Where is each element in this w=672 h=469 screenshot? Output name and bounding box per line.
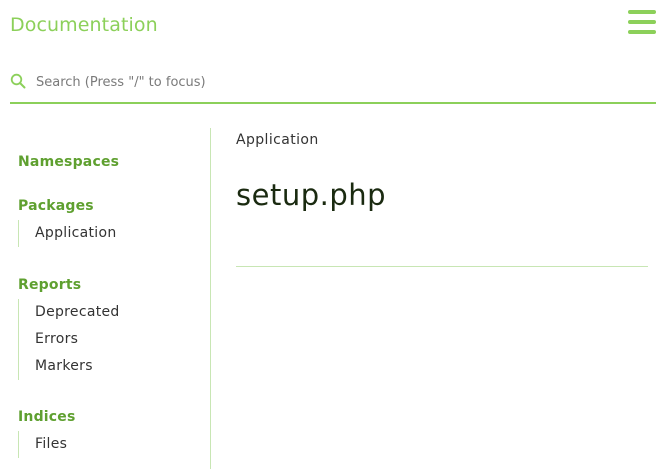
sidebar-item-files[interactable]: Files [19, 431, 76, 458]
sidebar-heading-indices[interactable]: Indices [18, 409, 76, 425]
sidebar-heading-reports[interactable]: Reports [18, 277, 120, 293]
sidebar-section-reports: Reports Deprecated Errors Markers [18, 277, 120, 380]
site-title[interactable]: Documentation [10, 14, 158, 36]
search-input[interactable] [36, 66, 646, 98]
sidebar-list-packages: Application [18, 220, 117, 247]
hamburger-bar [628, 10, 656, 14]
header: Documentation [0, 0, 672, 52]
sidebar: Namespaces Packages Application Reports … [0, 128, 211, 469]
hamburger-bar [628, 20, 656, 24]
sidebar-list-reports: Deprecated Errors Markers [18, 299, 120, 380]
search-bar [10, 66, 656, 104]
sidebar-item-errors[interactable]: Errors [19, 326, 120, 353]
page-title: setup.php [236, 178, 387, 212]
docs-page: Documentation Namespaces Packages Applic… [0, 0, 672, 469]
sidebar-item-markers[interactable]: Markers [19, 353, 120, 380]
breadcrumb[interactable]: Application [236, 132, 319, 148]
divider [236, 266, 648, 267]
hamburger-icon[interactable] [628, 10, 656, 36]
sidebar-heading-namespaces[interactable]: Namespaces [18, 154, 119, 170]
sidebar-item-deprecated[interactable]: Deprecated [19, 299, 120, 326]
sidebar-heading-packages[interactable]: Packages [18, 198, 117, 214]
sidebar-list-indices: Files [18, 431, 76, 458]
sidebar-section-indices: Indices Files [18, 409, 76, 458]
hamburger-bar [628, 30, 656, 34]
search-icon [10, 73, 26, 89]
sidebar-section-namespaces: Namespaces [18, 154, 119, 170]
sidebar-section-packages: Packages Application [18, 198, 117, 247]
sidebar-item-application[interactable]: Application [19, 220, 117, 247]
